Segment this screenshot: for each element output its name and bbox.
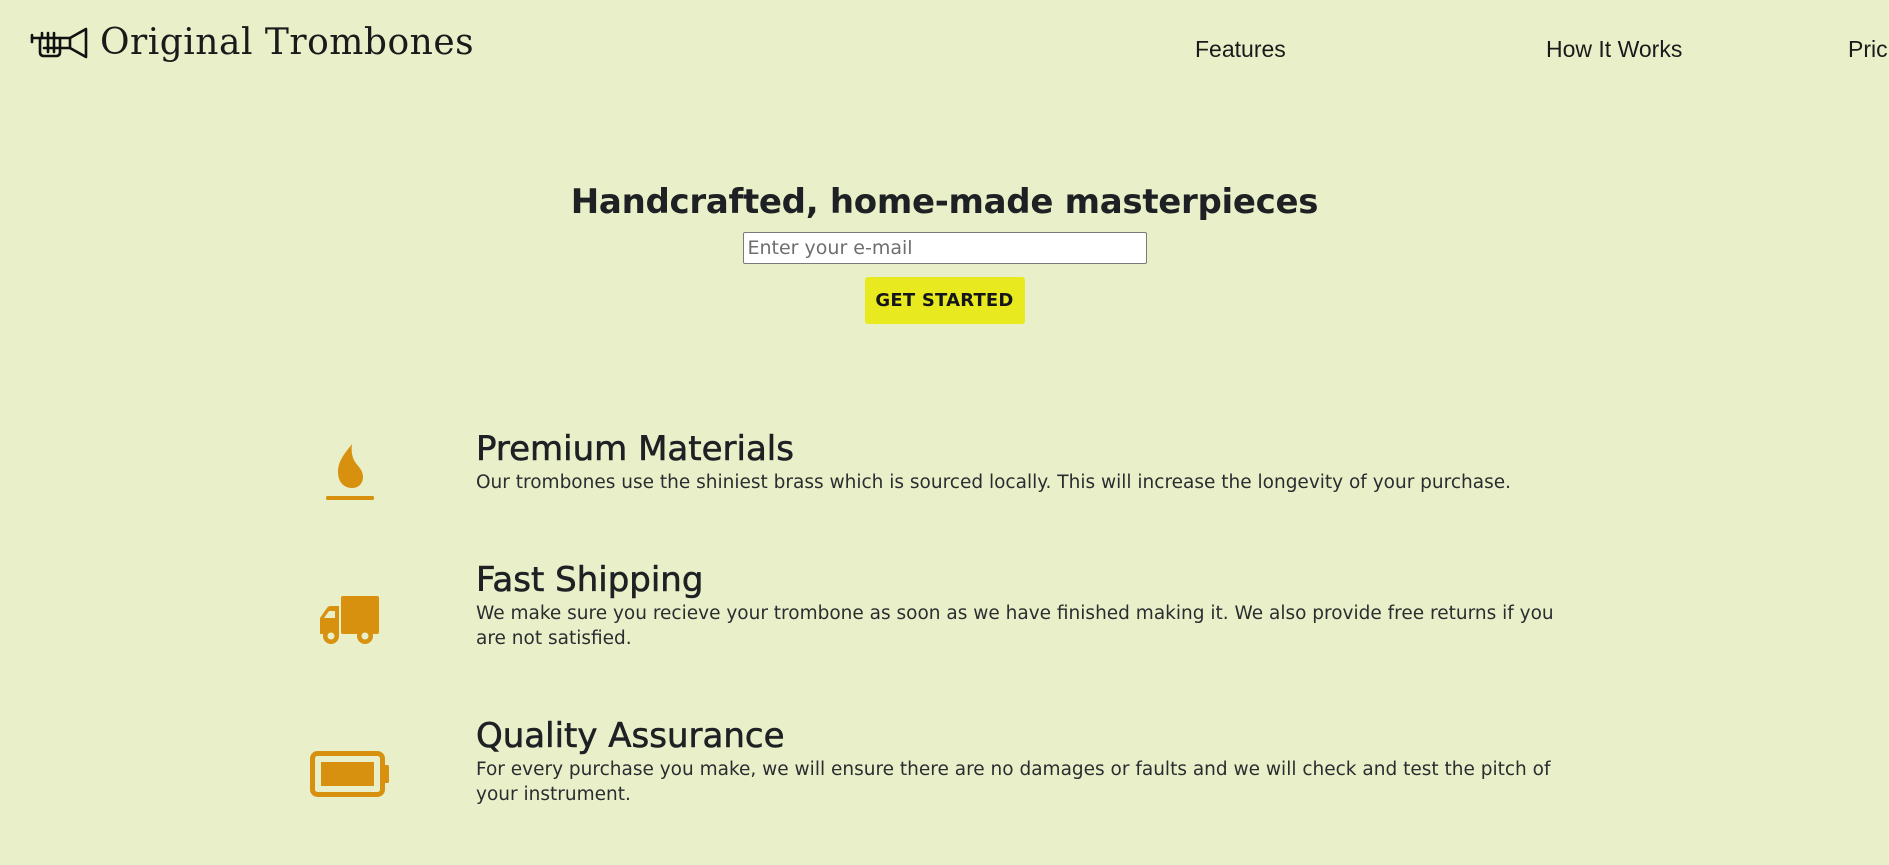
brand-logo[interactable]: Original Trombones — [30, 22, 474, 63]
hero-title: Handcrafted, home-made masterpieces — [570, 182, 1319, 222]
nav-link-how-it-works[interactable]: How It Works — [1546, 36, 1682, 63]
feature-description: Our trombones use the shiniest brass whi… — [476, 472, 1511, 493]
get-started-button[interactable]: GET STARTED — [864, 277, 1025, 324]
brand-name: Original Trombones — [100, 22, 475, 63]
feature-text: Fast Shipping We make sure you recieve y… — [476, 559, 1576, 651]
feature-title: Fast Shipping — [476, 560, 704, 601]
feature-description: For every purchase you make, we will ens… — [476, 759, 1551, 805]
feature-title: Premium Materials — [476, 429, 795, 470]
page: Original Trombones Features How It Works… — [0, 0, 1889, 865]
battery-full-icon — [300, 751, 400, 797]
truck-icon — [300, 596, 400, 646]
site-header: Original Trombones Features How It Works… — [0, 0, 1889, 100]
feature-text: Premium Materials Our trombones use the … — [476, 428, 1576, 495]
nav-link-features[interactable]: Features — [1195, 36, 1889, 63]
feature-description: We make sure you recieve your trombone a… — [476, 603, 1554, 649]
feature-text: Quality Assurance For every purchase you… — [476, 715, 1576, 807]
email-input[interactable] — [742, 232, 1147, 264]
fire-icon — [300, 442, 400, 506]
hero-section: Handcrafted, home-made masterpieces GET … — [0, 178, 1889, 324]
nav-link-pricing[interactable]: Pricing — [1848, 36, 1889, 63]
main-nav: Features How It Works Pricing — [989, 36, 1889, 66]
feature-title: Quality Assurance — [476, 716, 785, 757]
trumpet-icon — [30, 26, 88, 60]
